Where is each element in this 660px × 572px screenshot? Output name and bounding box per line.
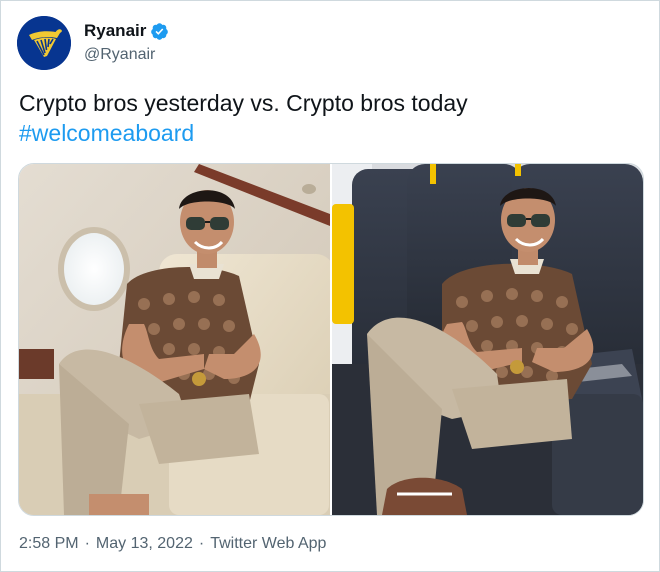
user-names: Ryanair @Ryanair	[84, 20, 169, 66]
tweet-source[interactable]: Twitter Web App	[210, 535, 326, 552]
photo-budget-airline[interactable]	[332, 164, 643, 515]
hashtag-link[interactable]: #welcomeaboard	[19, 118, 468, 148]
separator-dot: ·	[84, 535, 90, 552]
tweet-text-line: Crypto bros yesterday vs. Crypto bros to…	[19, 90, 468, 116]
avatar[interactable]	[17, 16, 71, 70]
separator-dot: ·	[198, 535, 205, 552]
tweet-text: Crypto bros yesterday vs. Crypto bros to…	[19, 88, 468, 148]
display-name[interactable]: Ryanair	[84, 20, 146, 42]
user-handle[interactable]: @Ryanair	[84, 44, 169, 66]
name-row: Ryanair	[84, 20, 169, 42]
tweet-metadata: 2:58 PM · May 13, 2022 · Twitter Web App	[19, 534, 326, 554]
tweet-time[interactable]: 2:58 PM	[19, 535, 79, 552]
tweet-header: Ryanair @Ryanair	[17, 15, 169, 71]
ryanair-harp-icon	[17, 16, 71, 70]
photo-private-jet[interactable]	[19, 164, 330, 515]
tweet-date[interactable]: May 13, 2022	[96, 535, 193, 552]
verified-badge-icon	[150, 22, 169, 41]
tweet-media	[18, 163, 644, 516]
tweet-card: Ryanair @Ryanair Crypto bros yesterday v…	[0, 0, 660, 572]
